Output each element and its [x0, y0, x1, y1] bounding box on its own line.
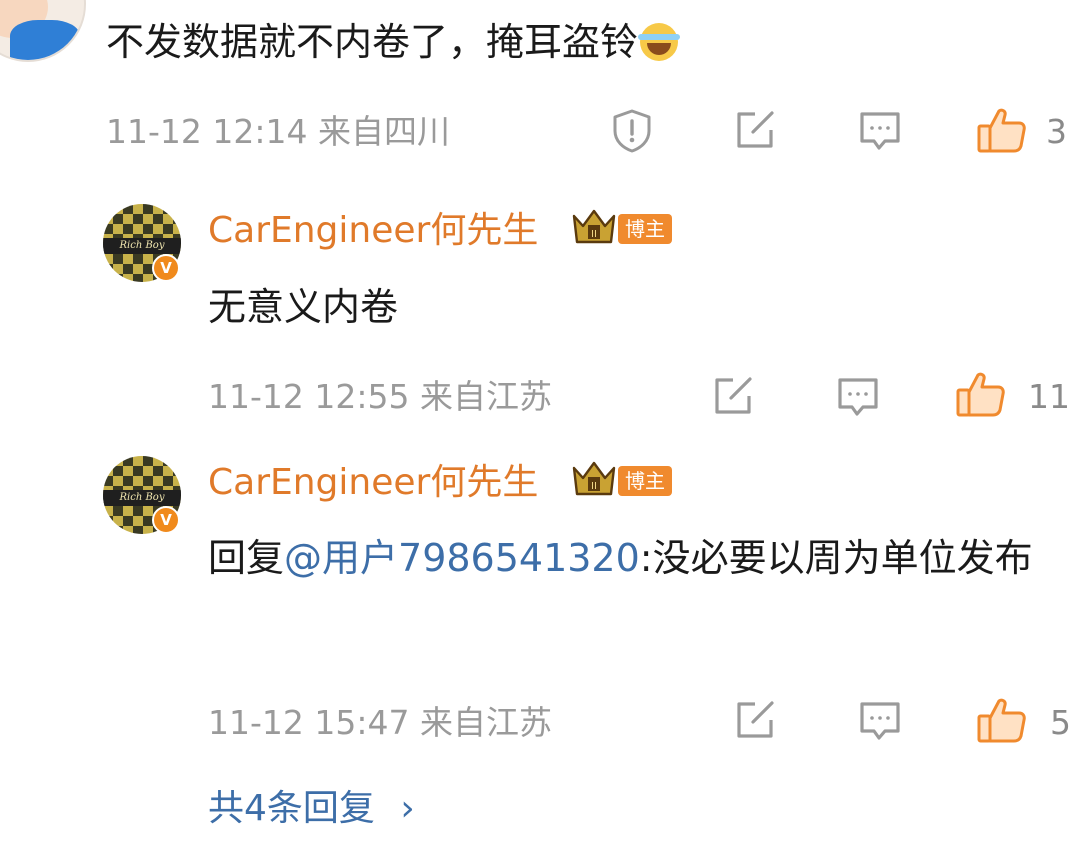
avatar[interactable]: [0, 0, 86, 62]
mention-link[interactable]: @用户7986541320: [284, 536, 640, 580]
reply-text: 无意义内卷: [208, 285, 399, 329]
comment-text: 不发数据就不内卷了，掩耳盗铃: [106, 20, 681, 64]
crown-icon: II: [571, 460, 617, 502]
username[interactable]: CarEngineer何先生: [208, 461, 538, 505]
reply-date: 11-12 12:55: [208, 377, 410, 416]
reply-date: 11-12 15:47: [208, 703, 410, 742]
verified-badge-icon: V: [152, 506, 180, 534]
share-icon[interactable]: [711, 376, 755, 418]
comment-icon[interactable]: [857, 110, 903, 154]
avatar-shirt: [10, 20, 80, 60]
username[interactable]: CarEngineer何先生: [208, 209, 538, 253]
more-replies-link[interactable]: 共4条回复 ›: [208, 787, 415, 831]
like-icon[interactable]: [976, 696, 1028, 744]
svg-text:II: II: [591, 481, 597, 492]
avatar-label: Rich Boy: [103, 490, 181, 506]
blogger-badge: 博主: [618, 466, 672, 496]
like-icon[interactable]: [955, 370, 1007, 418]
reply-meta: 11-12 15:47 来自江苏: [208, 703, 552, 743]
laughing-crying-emoji-icon: [638, 23, 681, 61]
comment-thread: 不发数据就不内卷了，掩耳盗铃 11-12 12:14 来自四川 3 Rich B…: [0, 0, 1084, 864]
comment-date: 11-12 12:14: [106, 112, 308, 151]
reply-location: 来自江苏: [419, 377, 552, 416]
verified-badge-icon: V: [152, 254, 180, 282]
share-icon[interactable]: [733, 700, 777, 742]
svg-text:II: II: [591, 229, 597, 240]
avatar-label: Rich Boy: [103, 238, 181, 254]
comment-location: 来自四川: [317, 112, 450, 151]
chevron-right-icon: ›: [400, 788, 415, 829]
more-replies-label: 共4条回复: [208, 788, 375, 829]
comment-icon[interactable]: [857, 700, 903, 744]
reply-meta: 11-12 12:55 来自江苏: [208, 377, 552, 417]
like-count: 3: [1046, 112, 1067, 151]
share-icon[interactable]: [733, 110, 777, 152]
reply-location: 来自江苏: [419, 703, 552, 742]
report-icon[interactable]: [609, 108, 655, 154]
crown-icon: II: [571, 208, 617, 250]
like-count: 11: [1028, 377, 1070, 416]
reply-body: :没必要以周为单位发布: [639, 536, 1033, 580]
reply-text: 回复@用户7986541320:没必要以周为单位发布: [208, 519, 1048, 597]
like-icon[interactable]: [976, 106, 1028, 154]
comment-body: 不发数据就不内卷了，掩耳盗铃: [106, 20, 639, 64]
reply-prefix: 回复: [208, 536, 285, 580]
comment-meta: 11-12 12:14 来自四川: [106, 112, 450, 152]
like-count: 5: [1050, 703, 1071, 742]
blogger-badge: 博主: [618, 214, 672, 244]
comment-icon[interactable]: [835, 376, 881, 420]
